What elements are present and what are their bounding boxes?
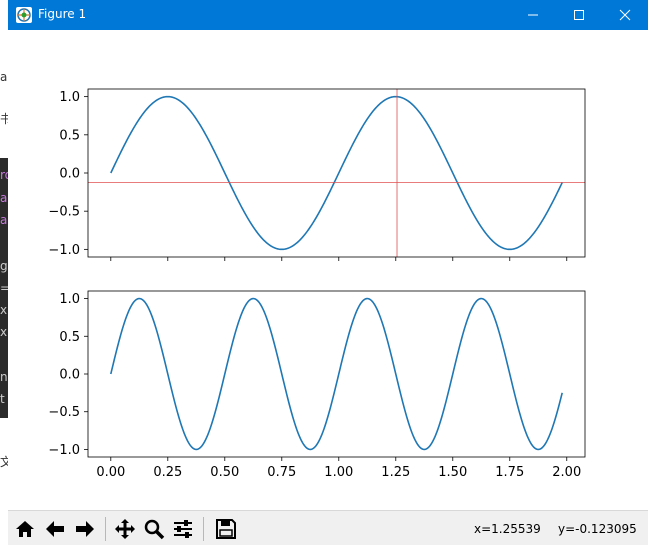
- subplots-button[interactable]: [169, 515, 197, 543]
- figure-window: Figure 1 −1.0 −0.5 0.0 0.5 1.0 −1.0 −0.5 0.0 0.5…: [8, 0, 648, 553]
- zoom-button[interactable]: [140, 515, 168, 543]
- save-button[interactable]: [212, 515, 240, 543]
- cursor-x-readout: x=1.25539: [474, 522, 541, 536]
- y-tick-label: 0.5: [59, 330, 80, 345]
- figure-canvas[interactable]: −1.0 −0.5 0.0 0.5 1.0 −1.0 −0.5 0.0 0.5 1.0 0.00 0.…: [8, 0, 648, 510]
- zoom-icon: [144, 519, 165, 540]
- y-tick-label: 0.0: [59, 368, 80, 383]
- cursor-y-readout: y=-0.123095: [558, 522, 637, 536]
- toolbar-separator: [105, 517, 106, 541]
- background-text: n: [0, 370, 8, 384]
- x-tick-label: 1.50: [438, 465, 467, 480]
- subplot-1: −1.0 −0.5 0.0 0.5 1.0: [48, 88, 586, 261]
- home-icon: [16, 521, 34, 537]
- back-icon: [46, 521, 64, 537]
- y-tick-label: −0.5: [48, 205, 80, 220]
- save-icon: [216, 519, 236, 539]
- y-tick-label: −1.0: [48, 243, 80, 258]
- home-button[interactable]: [11, 515, 39, 543]
- series-line: [110, 95, 563, 251]
- back-button[interactable]: [41, 515, 69, 543]
- y-tick-label: 1.0: [59, 90, 80, 105]
- x-tick-label: 0.50: [210, 465, 239, 480]
- y-tick-label: −0.5: [48, 405, 80, 420]
- x-tick-label: 1.25: [381, 465, 410, 480]
- y-tick-label: 0.0: [59, 167, 80, 182]
- pan-icon: [115, 519, 135, 539]
- background-text: t: [0, 392, 5, 406]
- forward-button[interactable]: [71, 515, 99, 543]
- forward-icon: [76, 521, 94, 537]
- x-tick-label: 0.75: [267, 465, 296, 480]
- background-text: g: [0, 259, 8, 273]
- x-tick-label: 1.00: [324, 465, 353, 480]
- x-tick-label: 0.00: [96, 465, 125, 480]
- toolbar-separator: [203, 517, 204, 541]
- y-tick-label: 0.5: [59, 128, 80, 143]
- x-tick-label: 2.00: [552, 465, 581, 480]
- subplots-icon: [174, 520, 192, 538]
- subplot-2: −1.0 −0.5 0.0 0.5 1.0 0.00 0.25 0.50 0.75 1.00 1.2…: [48, 290, 586, 480]
- series-line: [110, 297, 563, 451]
- navigation-toolbar: x=1.25539 y=-0.123095: [8, 510, 648, 545]
- y-tick-label: 1.0: [59, 292, 80, 307]
- pan-button[interactable]: [111, 515, 139, 543]
- x-tick-label: 1.75: [495, 465, 524, 480]
- y-tick-label: −1.0: [48, 443, 80, 458]
- x-tick-label: 0.25: [153, 465, 182, 480]
- background-text: a: [0, 70, 8, 84]
- axes-frame: [87, 88, 586, 258]
